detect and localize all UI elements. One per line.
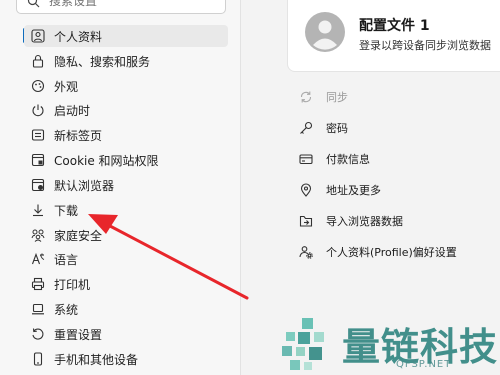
menu-item-label: 个人资料(Profile)偏好设置: [326, 246, 457, 259]
sidebar-item-system[interactable]: 系统: [24, 298, 228, 320]
menu-item-label: 密码: [326, 122, 348, 135]
sidebar-item-label: 系统: [54, 302, 79, 317]
sidebar-item-label: 默认浏览器: [54, 178, 115, 193]
sidebar-item-label: 下载: [54, 203, 79, 218]
profile-settings-icon: [299, 245, 313, 259]
printer-icon: [31, 277, 45, 291]
sync-icon: [299, 90, 313, 104]
sidebar-item-label: 个人资料: [54, 29, 103, 44]
settings-sidebar: 个人资料 隐私、搜索和服务 外观 启动时 新标签页 Cookie 和网站权限: [0, 0, 240, 375]
menu-item-label: 地址及更多: [326, 184, 381, 197]
sidebar-item-label: 家庭安全: [54, 228, 103, 243]
phone-icon: [31, 352, 45, 366]
site-permissions-icon: [31, 153, 45, 167]
appearance-icon: [31, 79, 45, 93]
location-icon: [299, 183, 313, 197]
watermark-url: QFSP.NET: [396, 359, 452, 370]
sidebar-item-label: 打印机: [54, 277, 91, 292]
sidebar-item-language[interactable]: 语言: [24, 248, 228, 270]
profile-icon: [31, 29, 45, 43]
family-icon: [31, 228, 45, 242]
sidebar-item-new-tab[interactable]: 新标签页: [24, 124, 228, 146]
sidebar-item-profile[interactable]: 个人资料: [24, 25, 228, 47]
sidebar-item-appearance[interactable]: 外观: [24, 75, 228, 97]
menu-item-label: 付款信息: [326, 153, 370, 166]
sidebar-item-downloads[interactable]: 下载: [24, 199, 228, 221]
search-icon: [27, 0, 40, 8]
sidebar-item-default-browser[interactable]: 默认浏览器: [24, 174, 228, 196]
search-input[interactable]: [47, 0, 221, 11]
sidebar-item-reset[interactable]: 重置设置: [24, 323, 228, 345]
sidebar-item-cookies[interactable]: Cookie 和网站权限: [24, 149, 228, 171]
menu-item-import[interactable]: 导入浏览器数据: [299, 211, 403, 231]
sidebar-item-startup[interactable]: 启动时: [24, 99, 228, 121]
watermark: 量链科技 QFSP.NET: [276, 312, 500, 375]
menu-item-label: 同步: [326, 91, 348, 104]
system-icon: [31, 302, 45, 316]
watermark-logo-icon: [280, 316, 336, 372]
menu-item-addresses[interactable]: 地址及更多: [299, 180, 381, 200]
download-icon: [31, 203, 45, 217]
sidebar-item-label: 语言: [54, 252, 79, 267]
profile-card[interactable]: 配置文件 1 登录以跨设备同步浏览数据: [287, 0, 500, 72]
menu-item-sync[interactable]: 同步: [299, 87, 348, 107]
new-tab-icon: [31, 128, 45, 142]
lock-icon: [31, 54, 45, 68]
import-icon: [299, 214, 313, 228]
card-icon: [299, 152, 313, 166]
language-icon: [31, 252, 45, 266]
reset-icon: [31, 327, 45, 341]
profile-subtitle[interactable]: 登录以跨设备同步浏览数据: [359, 37, 491, 53]
menu-item-label: 导入浏览器数据: [326, 215, 403, 228]
sidebar-item-label: Cookie 和网站权限: [54, 153, 159, 168]
default-browser-icon: [31, 178, 45, 192]
menu-item-payment[interactable]: 付款信息: [299, 149, 370, 169]
sidebar-item-label: 重置设置: [54, 327, 103, 342]
key-icon: [299, 121, 313, 135]
sidebar-item-printer[interactable]: 打印机: [24, 273, 228, 295]
sidebar-item-family[interactable]: 家庭安全: [24, 224, 228, 246]
sidebar-item-label: 外观: [54, 79, 79, 94]
power-icon: [31, 103, 45, 117]
sidebar-item-label: 启动时: [54, 103, 91, 118]
sidebar-item-privacy[interactable]: 隐私、搜索和服务: [24, 50, 228, 72]
search-box[interactable]: [16, 0, 226, 14]
menu-item-profile-preferences[interactable]: 个人资料(Profile)偏好设置: [299, 242, 457, 262]
sidebar-item-label: 手机和其他设备: [54, 352, 139, 367]
sidebar-item-phone[interactable]: 手机和其他设备: [24, 348, 228, 370]
profile-name: 配置文件 1: [359, 18, 430, 34]
menu-item-passwords[interactable]: 密码: [299, 118, 348, 138]
avatar: [305, 12, 345, 52]
sidebar-item-label: 新标签页: [54, 128, 103, 143]
sidebar-item-label: 隐私、搜索和服务: [54, 54, 151, 69]
